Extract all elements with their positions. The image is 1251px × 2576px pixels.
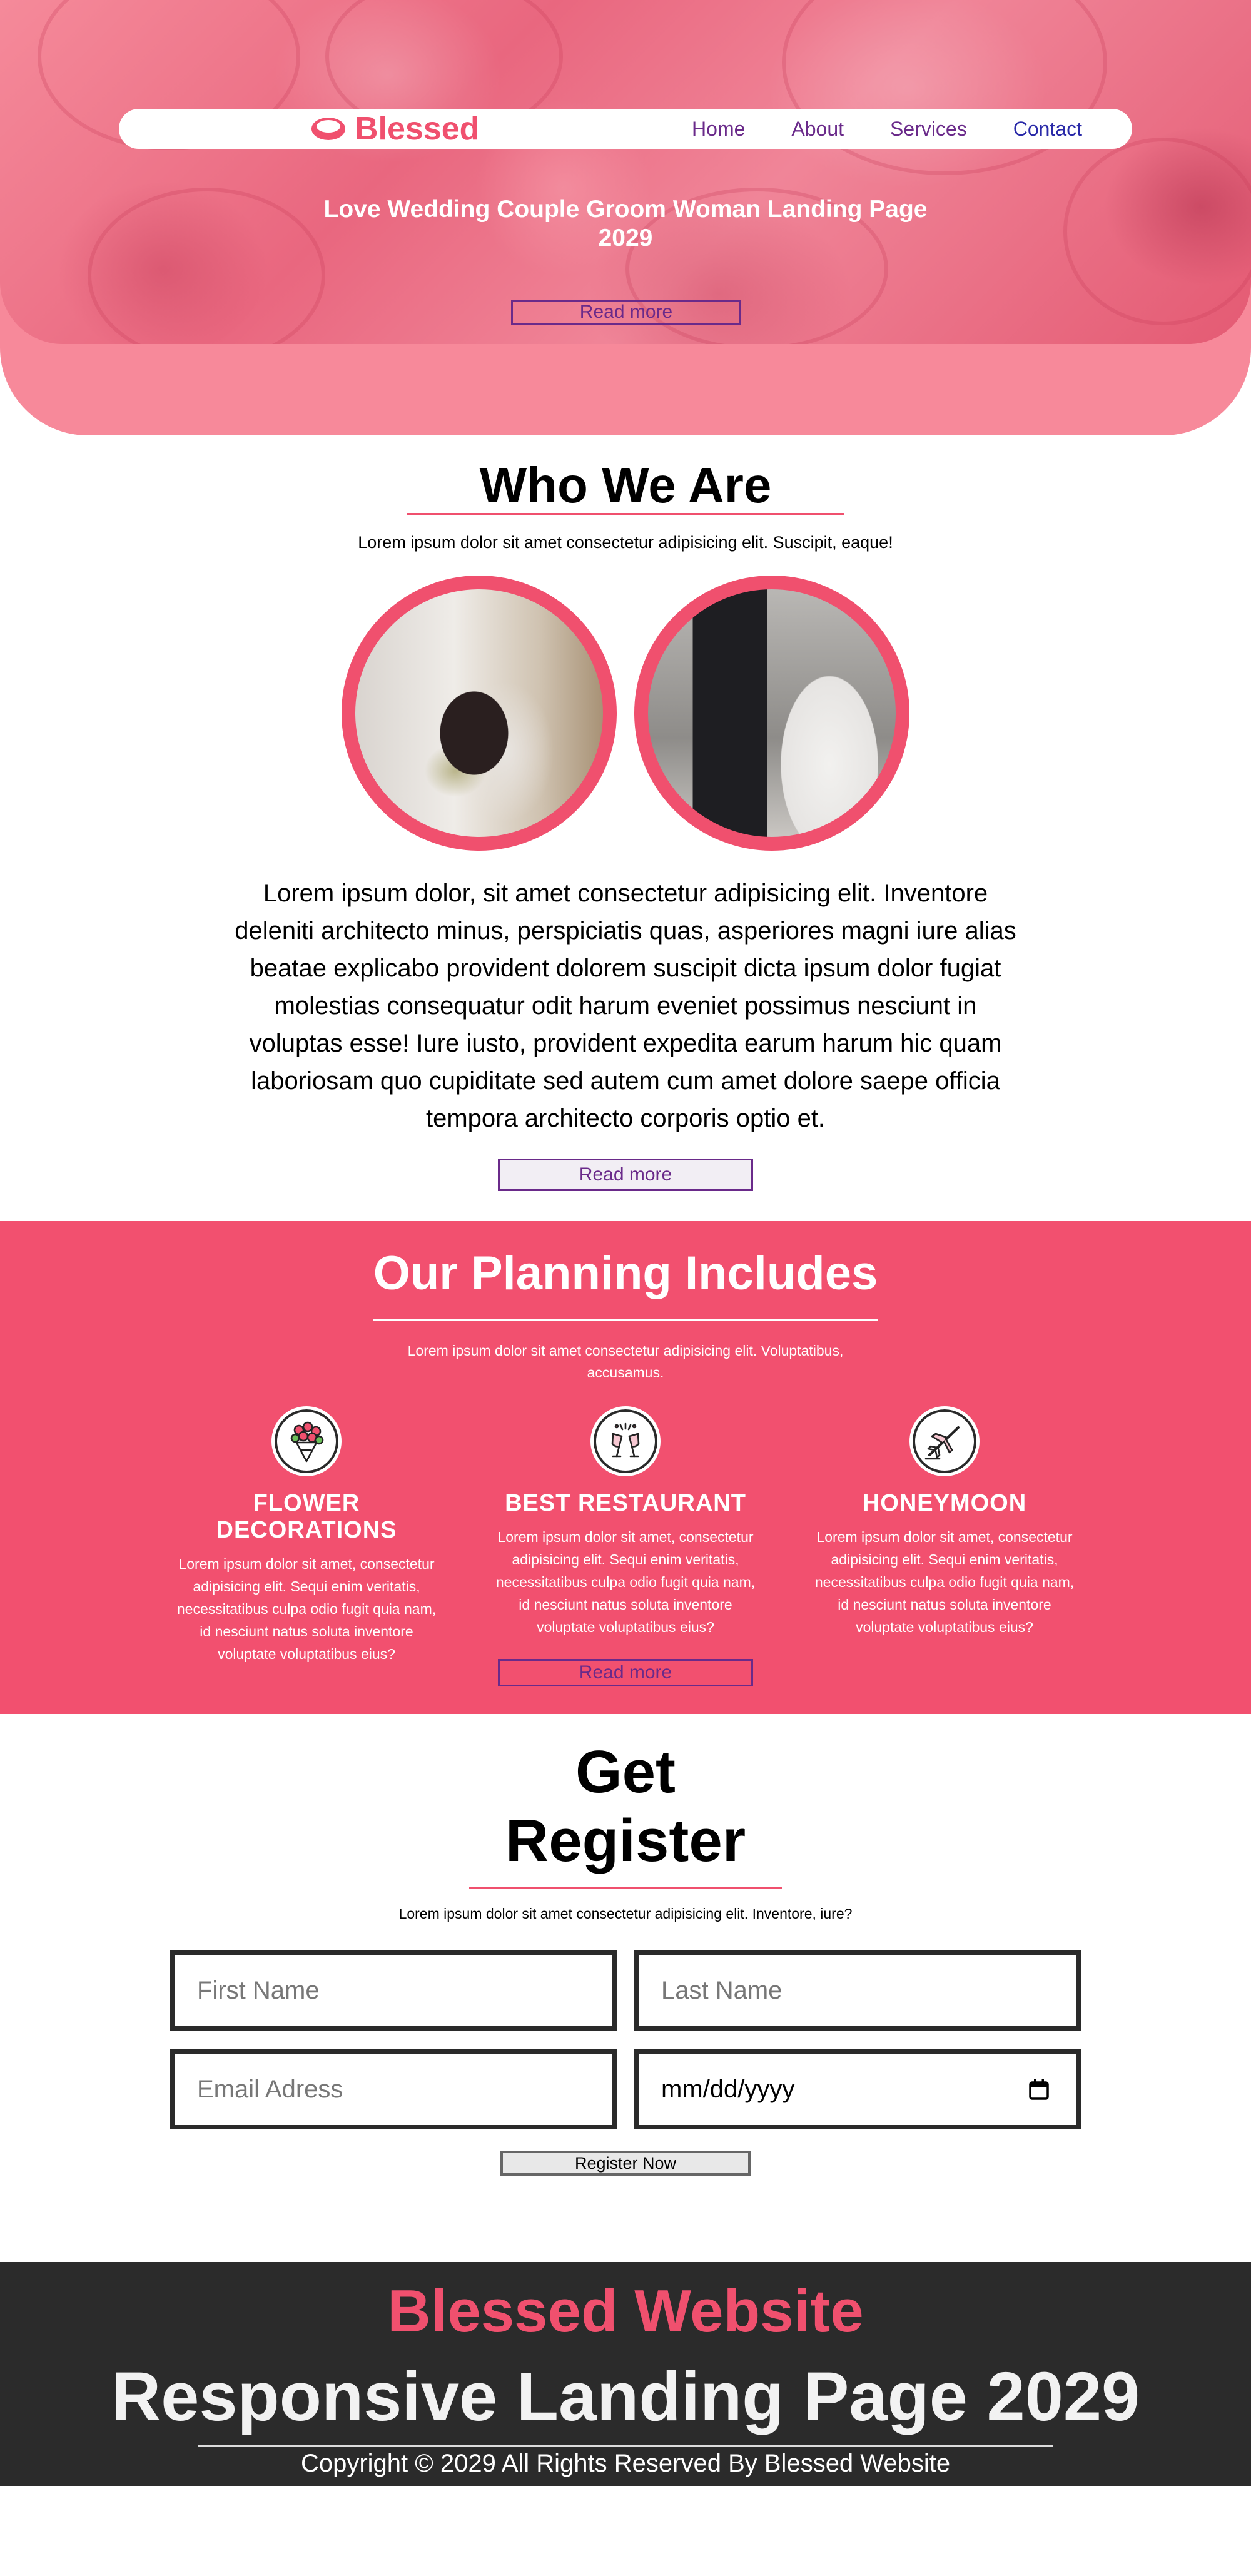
rose-petal-shape <box>88 188 325 344</box>
champagne-toast-icon <box>590 1406 661 1476</box>
register-title-line-1: Get <box>575 1738 676 1805</box>
planning-subtitle: Lorem ipsum dolor sit amet consectetur a… <box>407 1342 844 1381</box>
title-underline <box>373 1319 878 1321</box>
calendar-icon[interactable] <box>1026 2077 1051 2102</box>
couple-bouquet-photo <box>342 576 617 851</box>
register-title-line-2: Register <box>505 1807 746 1874</box>
navbar: Blessed Home About Services Contact <box>119 109 1132 149</box>
airplane-icon <box>909 1406 980 1476</box>
who-we-are-body: Lorem ipsum dolor, sit amet consectetur … <box>235 880 1016 1132</box>
ring-icon <box>310 115 347 143</box>
footer: Blessed Website Responsive Landing Page … <box>0 2262 1251 2486</box>
hero-background-image <box>0 0 1251 344</box>
email-field[interactable]: Email Adress <box>170 2049 617 2129</box>
title-underline <box>469 1887 782 1889</box>
footer-brand: Blessed Website <box>387 2278 864 2345</box>
rose-petal-shape <box>782 0 1107 175</box>
service-title: FLOWER DECORATIONS <box>216 1490 397 1543</box>
first-name-placeholder: First Name <box>197 1976 320 2004</box>
date-field[interactable]: mm/dd/yyyy <box>634 2049 1081 2129</box>
nav-link-home[interactable]: Home <box>692 118 745 141</box>
last-name-field[interactable]: Last Name <box>634 1950 1081 2031</box>
service-title: HONEYMOON <box>862 1490 1027 1516</box>
couple-holding-hands-photo <box>634 576 909 851</box>
service-card-restaurant: BEST RESTAURANT Lorem ipsum dolor sit am… <box>482 1406 769 1638</box>
service-text: Lorem ipsum dolor sit amet, consectetur … <box>176 1556 437 1662</box>
register-now-button[interactable]: Register Now <box>500 2151 751 2176</box>
register-subtitle: Lorem ipsum dolor sit amet consectetur a… <box>398 1905 853 1922</box>
footer-tagline: Responsive Landing Page 2029 <box>111 2358 1140 2435</box>
who-we-are-subtitle: Lorem ipsum dolor sit amet consectetur a… <box>358 533 893 552</box>
nav-link-contact[interactable]: Contact <box>1013 118 1082 141</box>
bouquet-icon <box>271 1406 342 1476</box>
logo-text: Blessed <box>355 111 480 147</box>
rose-petal-shape <box>1063 138 1251 325</box>
date-placeholder: mm/dd/yyyy <box>661 2075 795 2103</box>
service-text: Lorem ipsum dolor sit amet, consectetur … <box>495 1529 756 1635</box>
logo[interactable]: Blessed <box>310 111 480 147</box>
planning-section: Our Planning Includes Lorem ipsum dolor … <box>0 1221 1251 1714</box>
planning-title: Our Planning Includes <box>373 1247 878 1300</box>
footer-divider <box>198 2445 1053 2447</box>
nav-link-services[interactable]: Services <box>890 118 967 141</box>
register-title: Get Register <box>438 1738 813 1875</box>
nav-links: Home About Services Contact <box>692 109 1082 149</box>
service-card-honeymoon: HONEYMOON Lorem ipsum dolor sit amet, co… <box>801 1406 1088 1638</box>
footer-copyright: Copyright © 2029 All Rights Reserved By … <box>300 2450 951 2477</box>
nav-link-about[interactable]: About <box>791 118 844 141</box>
who-we-are-title: Who We Are <box>479 457 772 513</box>
who-read-more-button[interactable]: Read more <box>498 1159 753 1191</box>
planning-read-more-button[interactable]: Read more <box>498 1659 753 1686</box>
email-placeholder: Email Adress <box>197 2075 343 2103</box>
title-underline <box>407 513 844 515</box>
hero-section: Blessed Home About Services Contact Love… <box>0 0 1251 435</box>
service-title: BEST RESTAURANT <box>505 1490 746 1516</box>
service-card-flowers: FLOWER DECORATIONS Lorem ipsum dolor sit… <box>163 1406 450 1665</box>
hero-read-more-button[interactable]: Read more <box>511 300 741 325</box>
service-text: Lorem ipsum dolor sit amet, consectetur … <box>814 1529 1075 1635</box>
hero-title: Love Wedding Couple Groom Woman Landing … <box>323 196 928 251</box>
first-name-field[interactable]: First Name <box>170 1950 617 2031</box>
last-name-placeholder: Last Name <box>661 1976 783 2004</box>
